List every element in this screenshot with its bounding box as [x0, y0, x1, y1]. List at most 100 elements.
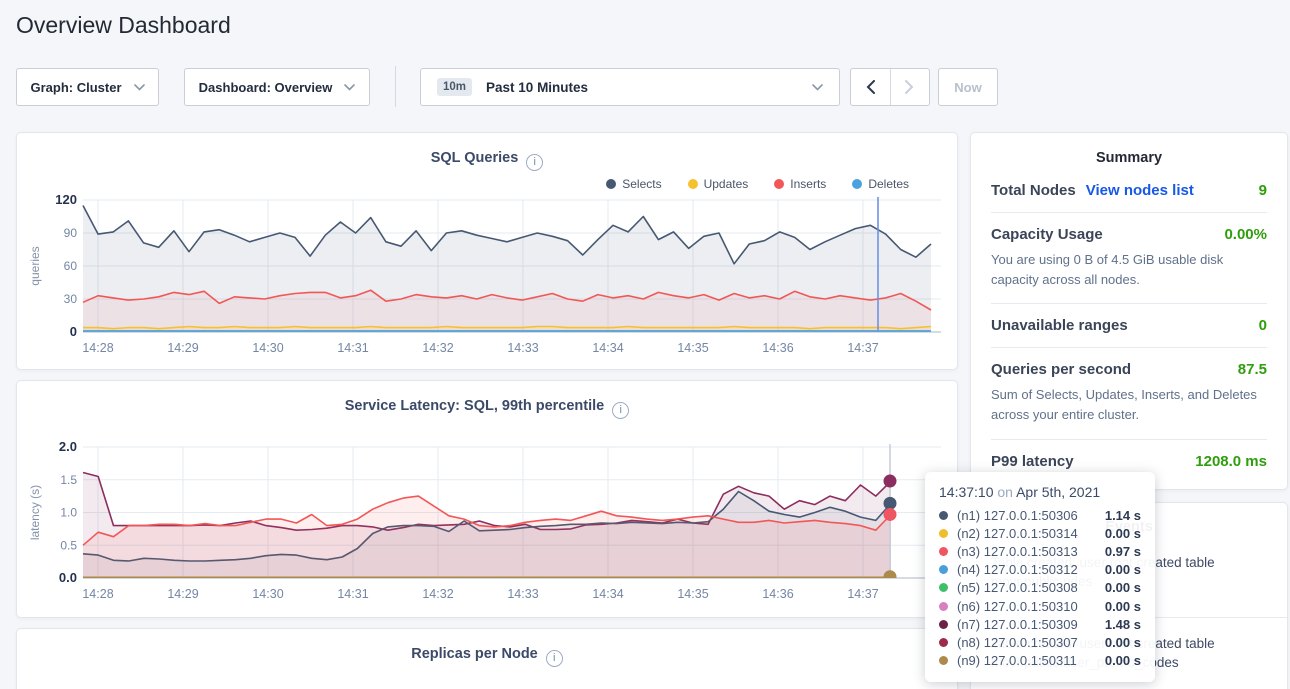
time-next-button[interactable]	[890, 69, 930, 105]
node-color-dot-icon	[939, 529, 948, 538]
service-latency-chart[interactable]: 14:2814:2914:3014:3114:3214:3314:3414:35…	[17, 381, 959, 619]
info-icon[interactable]: i	[546, 650, 563, 667]
dashboard-dropdown[interactable]: Dashboard: Overview	[184, 68, 370, 106]
svg-text:14:29: 14:29	[167, 587, 198, 601]
svg-text:14:35: 14:35	[677, 587, 708, 601]
tooltip-date: Apr 5th, 2021	[1016, 484, 1100, 500]
page-title: Overview Dashboard	[16, 12, 231, 39]
svg-text:14:37: 14:37	[847, 587, 878, 601]
node-color-dot-icon	[939, 583, 948, 592]
tooltip-node-value: 0.00 s	[1105, 526, 1141, 541]
time-range-badge: 10m	[437, 78, 472, 96]
controls-divider	[395, 66, 396, 107]
tooltip-node-row: (n3) 127.0.0.1:503130.97 s	[939, 542, 1141, 560]
svg-text:1.5: 1.5	[60, 473, 77, 487]
svg-text:14:36: 14:36	[762, 341, 793, 355]
tooltip-node-address: (n9) 127.0.0.1:50311	[957, 653, 1077, 668]
svg-text:60: 60	[64, 259, 78, 273]
svg-text:queries: queries	[28, 246, 42, 285]
replicas-per-node-panel: Replicas per Nodei	[16, 628, 958, 689]
svg-text:latency (s): latency (s)	[28, 485, 42, 540]
tooltip-node-row: (n4) 127.0.0.1:503120.00 s	[939, 561, 1141, 579]
tooltip-node-address: (n7) 127.0.0.1:50309	[957, 617, 1078, 632]
svg-text:1.0: 1.0	[60, 506, 77, 520]
tooltip-node-row: (n2) 127.0.0.1:50314 0.00 s	[939, 524, 1141, 542]
summary-row: Total Nodes View nodes list 9	[991, 169, 1267, 212]
tooltip-node-row: (n8) 127.0.0.1:50307 0.00 s	[939, 633, 1141, 651]
svg-text:0: 0	[70, 324, 77, 339]
chevron-down-icon	[134, 84, 145, 91]
summary-row-top: P99 latency 1208.0 ms	[991, 453, 1267, 470]
sql-queries-panel: SQL Queriesi SelectsUpdatesInsertsDelete…	[16, 132, 958, 370]
tooltip-node-address: (n5) 127.0.0.1:50308	[957, 580, 1078, 595]
tooltip-header: 14:37:10 on Apr 5th, 2021	[939, 484, 1141, 500]
chart-hover-tooltip: 14:37:10 on Apr 5th, 2021 (n1) 127.0.0.1…	[925, 472, 1155, 682]
summary-label: Unavailable ranges	[991, 317, 1128, 334]
node-color-dot-icon	[939, 565, 948, 574]
tooltip-node-value: 0.97 s	[1105, 544, 1141, 559]
tooltip-node-value: 0.00 s	[1105, 635, 1141, 650]
summary-row: Capacity Usage0.00% You are using 0 B of …	[991, 212, 1267, 303]
svg-text:2.0: 2.0	[59, 439, 77, 454]
summary-label: Total Nodes	[991, 182, 1076, 199]
dashboard-dropdown-label: Dashboard: Overview	[199, 80, 333, 95]
tooltip-node-row: (n9) 127.0.0.1:503110.00 s	[939, 652, 1141, 670]
svg-text:90: 90	[64, 226, 78, 240]
node-color-dot-icon	[939, 602, 948, 611]
node-color-dot-icon	[939, 620, 948, 629]
node-color-dot-icon	[939, 547, 948, 556]
svg-text:14:32: 14:32	[422, 341, 453, 355]
svg-text:14:36: 14:36	[762, 587, 793, 601]
tooltip-node-address: (n1) 127.0.0.1:50306	[957, 508, 1078, 523]
svg-text:14:34: 14:34	[592, 587, 623, 601]
svg-text:14:31: 14:31	[337, 587, 368, 601]
tooltip-node-address: (n2) 127.0.0.1:50314	[957, 526, 1078, 541]
summary-value: 87.5	[1238, 361, 1267, 378]
summary-subtext: You are using 0 B of 4.5 GiB usable disk…	[991, 250, 1267, 290]
summary-value: 1208.0 ms	[1195, 453, 1267, 470]
summary-row-top: Capacity Usage0.00%	[991, 226, 1267, 243]
chevron-right-icon	[905, 80, 914, 94]
graph-dropdown-label: Graph: Cluster	[30, 80, 121, 95]
tooltip-node-value: 1.14 s	[1105, 508, 1141, 523]
node-color-dot-icon	[939, 511, 948, 520]
time-prev-button[interactable]	[851, 69, 890, 105]
summary-rows: Total Nodes View nodes list 9 Capacity Usag…	[991, 169, 1267, 483]
summary-subtext: Sum of Selects, Updates, Inserts, and De…	[991, 385, 1267, 425]
svg-text:0.0: 0.0	[59, 570, 77, 585]
svg-text:14:28: 14:28	[82, 341, 113, 355]
tooltip-node-address: (n8) 127.0.0.1:50307	[957, 635, 1078, 650]
tooltip-rows: (n1) 127.0.0.1:503061.14 s(n2) 127.0.0.1…	[939, 506, 1141, 670]
svg-text:30: 30	[64, 292, 78, 306]
svg-text:14:30: 14:30	[252, 341, 283, 355]
svg-text:14:33: 14:33	[507, 587, 538, 601]
tooltip-node-value: 0.00 s	[1105, 580, 1141, 595]
summary-value: 9	[1259, 182, 1267, 199]
svg-text:14:34: 14:34	[592, 341, 623, 355]
graph-dropdown[interactable]: Graph: Cluster	[16, 68, 159, 106]
svg-text:14:31: 14:31	[337, 341, 368, 355]
summary-title: Summary	[991, 133, 1267, 169]
now-button[interactable]: Now	[938, 68, 998, 106]
tooltip-node-row: (n1) 127.0.0.1:50306 1.14 s	[939, 506, 1141, 524]
tooltip-node-row: (n7) 127.0.0.1:503091.48 s	[939, 615, 1141, 633]
svg-text:14:35: 14:35	[677, 341, 708, 355]
view-nodes-list-link[interactable]: View nodes list	[1086, 182, 1194, 199]
tooltip-time: 14:37:10	[939, 484, 994, 500]
summary-label: Queries per second	[991, 361, 1131, 378]
summary-row: Unavailable ranges 0	[991, 303, 1267, 347]
time-range-dropdown[interactable]: 10m Past 10 Minutes	[420, 68, 840, 106]
svg-text:14:28: 14:28	[82, 587, 113, 601]
summary-label: Capacity Usage	[991, 226, 1103, 243]
svg-text:120: 120	[55, 192, 77, 207]
summary-label: P99 latency	[991, 453, 1074, 470]
summary-row-top: Unavailable ranges 0	[991, 317, 1267, 334]
tooltip-node-value: 0.00 s	[1105, 599, 1141, 614]
summary-value: 0	[1259, 317, 1267, 334]
chevron-down-icon	[344, 84, 355, 91]
tooltip-node-row: (n5) 127.0.0.1:50308 0.00 s	[939, 579, 1141, 597]
time-range-label: Past 10 Minutes	[486, 80, 588, 95]
summary-panel: Summary Total Nodes View nodes list 9 Capac…	[970, 132, 1288, 490]
svg-text:0.5: 0.5	[60, 538, 77, 552]
sql-queries-chart[interactable]: 14:2814:2914:3014:3114:3214:3314:3414:35…	[17, 133, 959, 371]
